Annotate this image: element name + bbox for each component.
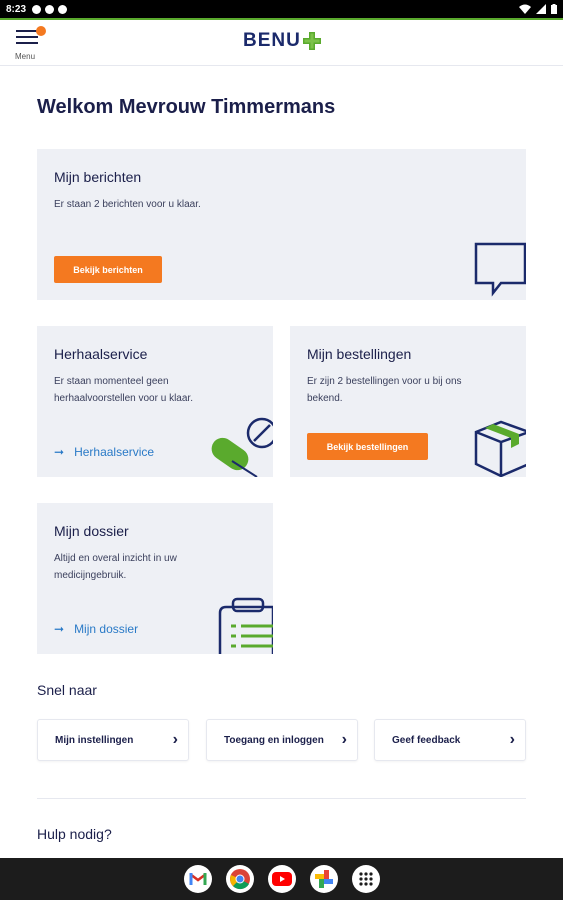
notification-icon xyxy=(32,4,42,14)
menu-icon xyxy=(16,30,38,32)
card-title: Mijn berichten xyxy=(54,169,142,185)
link-label: Mijn dossier xyxy=(74,622,139,636)
help-heading: Hulp nodig? xyxy=(37,826,112,842)
herhaalservice-link[interactable]: ➞ Herhaalservice xyxy=(54,445,154,459)
chrome-icon[interactable] xyxy=(225,865,254,893)
link-label: Herhaalservice xyxy=(74,445,155,459)
card-berichten: Mijn berichten Er staan 2 berichten voor… xyxy=(37,149,526,300)
card-text: Er staan 2 berichten voor u klaar. xyxy=(54,199,201,210)
menu-label: Menu xyxy=(15,52,36,61)
arrow-right-icon: ➞ xyxy=(54,622,65,636)
notification-icon xyxy=(58,4,68,14)
chevron-right-icon: › xyxy=(172,731,178,748)
battery-icon xyxy=(551,4,557,14)
card-bestellingen: Mijn bestellingen Er zijn 2 bestellingen… xyxy=(290,326,526,477)
mijn-dossier-link[interactable]: ➞ Mijn dossier xyxy=(54,622,138,636)
quick-link-toegang-en-inloggen[interactable]: Toegang en inloggen › xyxy=(206,719,358,761)
clipboard-icon xyxy=(218,597,273,654)
youtube-icon[interactable] xyxy=(267,865,296,893)
card-title: Herhaalservice xyxy=(54,346,148,362)
app-header: Menu BENU xyxy=(0,20,563,66)
card-text: Er staan momenteel geen herhaalvoorstell… xyxy=(54,376,193,404)
card-text: Er zijn 2 bestellingen voor u bij ons be… xyxy=(307,376,462,404)
cross-logo-icon xyxy=(302,32,321,50)
chevron-right-icon: › xyxy=(509,731,515,748)
bekijk-berichten-button[interactable]: Bekijk berichten xyxy=(54,256,162,283)
card-title: Mijn bestellingen xyxy=(307,346,412,362)
card-title: Mijn dossier xyxy=(54,523,129,539)
snel-naar-heading: Snel naar xyxy=(37,682,97,698)
card-text: Altijd en overal inzicht in uw medicijng… xyxy=(54,553,177,581)
notification-badge xyxy=(36,26,46,36)
menu-icon-bar xyxy=(16,42,38,44)
logo-text: BENU xyxy=(243,30,301,51)
chevron-right-icon: › xyxy=(341,731,347,748)
menu-icon-bar xyxy=(16,36,38,38)
status-bar: 8:23 xyxy=(0,0,563,18)
card-dossier: Mijn dossier Altijd en overal inzicht in… xyxy=(37,503,273,654)
divider xyxy=(37,798,526,799)
arrow-right-icon: ➞ xyxy=(54,445,65,459)
quick-link-geef-feedback[interactable]: Geef feedback › xyxy=(374,719,526,761)
page-title: Welkom Mevrouw Timmermans xyxy=(37,96,336,118)
card-herhaalservice: Herhaalservice Er staan momenteel geen h… xyxy=(37,326,273,477)
apps-icon[interactable] xyxy=(351,865,380,893)
bekijk-bestellingen-button[interactable]: Bekijk bestellingen xyxy=(307,433,428,460)
notification-icon xyxy=(45,4,55,14)
chat-bubble-icon xyxy=(474,242,526,297)
benu-logo[interactable]: BENU xyxy=(243,30,322,52)
quick-link-label: Mijn instellingen xyxy=(55,734,134,746)
system-dock xyxy=(0,858,563,900)
status-time: 8:23 xyxy=(6,3,27,15)
wifi-icon xyxy=(519,4,531,14)
menu-button[interactable]: Menu xyxy=(12,26,46,64)
gmail-icon[interactable] xyxy=(183,865,212,893)
photos-icon[interactable] xyxy=(309,865,338,893)
quick-link-mijn-instellingen[interactable]: Mijn instellingen › xyxy=(37,719,189,761)
quick-link-label: Geef feedback xyxy=(392,734,461,746)
signal-icon xyxy=(536,4,546,14)
quick-link-label: Toegang en inloggen xyxy=(224,734,324,746)
pill-icon xyxy=(211,417,273,477)
package-box-icon xyxy=(474,420,526,477)
